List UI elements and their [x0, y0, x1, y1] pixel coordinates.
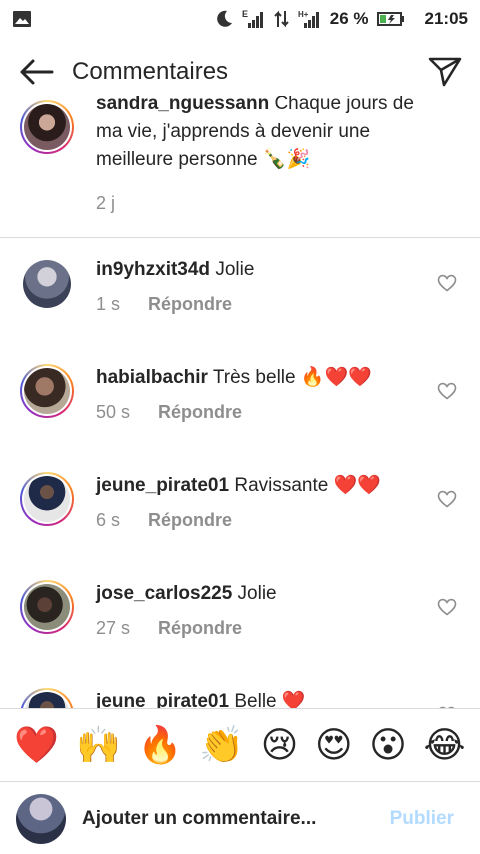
current-user-avatar [16, 793, 66, 844]
emoji-raised-hands-button[interactable]: 🙌 [76, 727, 121, 763]
battery-charging-icon [376, 11, 405, 27]
emoji-laughing-button[interactable]: 😂 [424, 727, 466, 763]
comment-time: 6 s [96, 510, 121, 530]
caption-author-avatar[interactable] [20, 100, 74, 154]
post-comment-button[interactable]: Publier [390, 808, 454, 830]
heart-outline-icon [437, 598, 457, 616]
comment-body: Belle ❤️ [234, 691, 306, 708]
emoji-quick-bar: ❤️ 🙌 🔥 👏 😢 😍 😮 😂 [0, 708, 480, 782]
heart-outline-icon [437, 490, 457, 508]
top-bar: Commentaires [0, 48, 480, 96]
comment-avatar[interactable] [20, 580, 74, 634]
like-button[interactable] [436, 272, 458, 294]
comment-body: Ravissante ❤️❤️ [234, 475, 381, 496]
comment-composer: Publier [0, 783, 480, 854]
emoji-heart-button[interactable]: ❤️ [14, 727, 59, 763]
send-paper-plane-icon [428, 57, 462, 87]
like-button[interactable] [436, 380, 458, 402]
comment-text: in9yhzxit34d Jolie [96, 256, 416, 284]
heart-outline-icon [437, 382, 457, 400]
comment-username[interactable]: jeune_pirate01 [96, 475, 229, 496]
comment-avatar[interactable] [20, 472, 74, 526]
comment-meta: 27 s Répondre [96, 618, 242, 639]
comment-username[interactable]: jose_carlos225 [96, 583, 232, 604]
comment-input[interactable] [82, 807, 382, 830]
comment-text: habialbachir Très belle 🔥❤️❤️ [96, 364, 416, 392]
share-button[interactable] [410, 48, 480, 96]
page-title: Commentaires [72, 58, 229, 85]
back-button[interactable] [0, 48, 72, 96]
comment-meta: 50 s Répondre [96, 402, 242, 423]
comment-text: jose_carlos225 Jolie [96, 580, 416, 608]
comment-username[interactable]: in9yhzxit34d [96, 259, 210, 280]
post-caption: sandra_nguessann Chaque jours de ma vie,… [0, 96, 480, 238]
caption-username[interactable]: sandra_nguessann [96, 96, 269, 114]
caption-text: sandra_nguessann Chaque jours de ma vie,… [96, 96, 416, 174]
comment-text: jeune_pirate01 Belle ❤️ [96, 688, 416, 708]
comment-meta: 1 s Répondre [96, 294, 232, 315]
reply-button[interactable]: Répondre [158, 618, 242, 639]
clock: 21:05 [424, 9, 468, 28]
emoji-heart-eyes-button[interactable]: 😍 [315, 727, 353, 763]
signal-network-label: E [242, 9, 248, 19]
signal-strength-2-icon: H+ [298, 9, 322, 29]
comment-avatar[interactable] [20, 688, 74, 708]
comment-body: Très belle 🔥❤️❤️ [212, 367, 372, 388]
data-network-label: H+ [298, 10, 309, 19]
comment-username[interactable]: habialbachir [96, 367, 208, 388]
comment-avatar[interactable] [20, 364, 74, 418]
comment-meta: 6 s Répondre [96, 510, 232, 531]
comment-avatar[interactable] [23, 260, 71, 308]
comment-username[interactable]: jeune_pirate01 [96, 691, 229, 708]
status-bar: E H+ 26 % 21:05 [0, 0, 480, 38]
comment-body: Jolie [215, 259, 255, 280]
comment-time: 1 s [96, 294, 121, 314]
back-arrow-icon [20, 59, 54, 85]
heart-outline-icon [437, 274, 457, 292]
caption-time: 2 j [96, 193, 116, 213]
emoji-crying-button[interactable]: 😢 [261, 727, 299, 763]
reply-button[interactable]: Répondre [148, 510, 232, 531]
comment-time: 27 s [96, 618, 131, 638]
like-button[interactable] [436, 596, 458, 618]
data-transfer-icon [274, 9, 290, 29]
comment-time: 50 s [96, 402, 131, 422]
emoji-clapping-button[interactable]: 👏 [199, 727, 244, 763]
signal-strength-icon: E [242, 9, 266, 29]
comment-body: Jolie [237, 583, 277, 604]
reply-button[interactable]: Répondre [158, 402, 242, 423]
reply-button[interactable]: Répondre [148, 294, 232, 315]
like-button[interactable] [436, 488, 458, 510]
comments-list[interactable]: sandra_nguessann Chaque jours de ma vie,… [0, 96, 480, 708]
emoji-fire-button[interactable]: 🔥 [138, 727, 183, 763]
comment-text: jeune_pirate01 Ravissante ❤️❤️ [96, 472, 416, 500]
do-not-disturb-moon-icon [214, 9, 234, 29]
gallery-notification-icon [12, 9, 32, 29]
battery-percent: 26 % [329, 9, 369, 28]
caption-meta: 2 j [96, 193, 115, 214]
emoji-surprised-button[interactable]: 😮 [369, 727, 407, 763]
